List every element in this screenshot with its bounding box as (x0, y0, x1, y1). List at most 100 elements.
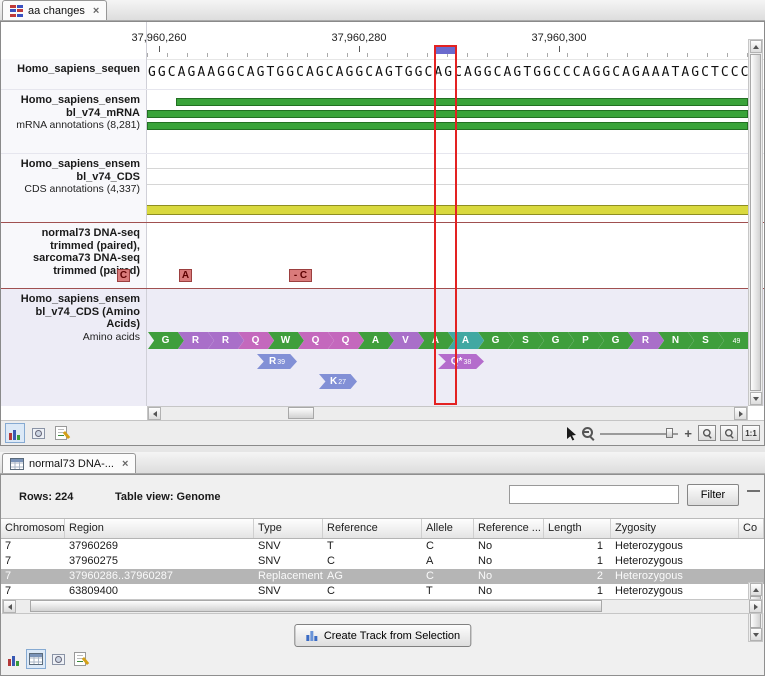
zoom-slider[interactable] (600, 426, 678, 440)
amino-acid-letter: Q* (451, 356, 463, 367)
genome-browser-panel: 37,960,260 37,960,280 37,960,300 (0, 21, 765, 446)
scroll-left-button[interactable] (148, 407, 161, 420)
cell-length: 1 (544, 554, 611, 569)
track-layout-button[interactable] (5, 423, 25, 443)
column-header[interactable]: Chromosome (1, 519, 65, 538)
scroll-left-button[interactable] (3, 600, 16, 613)
cell-zygosity: Heterozygous (611, 569, 739, 584)
rows-count: Rows: 224 (19, 491, 73, 503)
track-list-icon (10, 5, 23, 17)
cds-annotation-line (147, 168, 748, 169)
mrna-annotation-bar[interactable] (147, 110, 748, 118)
amino-acid-variant-arrow[interactable]: R39 (257, 354, 297, 369)
table-row[interactable]: 7 63809400 SNV C T No 1 Heterozygous (1, 584, 764, 599)
close-tab-icon[interactable]: × (122, 458, 128, 470)
column-header[interactable]: Zygosity (611, 519, 739, 538)
table-view-button[interactable] (26, 649, 46, 669)
track-label-line: Homo_sapiens_sequen (17, 63, 140, 75)
variant-call[interactable]: A (179, 269, 192, 282)
amino-acid-variant-arrow[interactable]: K27 (319, 374, 357, 389)
mrna-track: Homo_sapiens_ensembl_v74_mRNAmRNA annota… (1, 90, 764, 154)
ruler-tick-mark (359, 46, 360, 52)
cell-reference-allele: No (474, 539, 544, 554)
column-header[interactable]: Length (544, 519, 611, 538)
scrollbar-track[interactable] (161, 407, 734, 420)
scrollbar-thumb[interactable] (750, 54, 761, 391)
column-header[interactable]: Type (254, 519, 323, 538)
scroll-down-button[interactable] (750, 392, 762, 405)
table-icon (10, 458, 24, 470)
chart-view-button[interactable] (4, 649, 24, 669)
amino-acid-variant-row: R39 K27 Q*38 (147, 289, 748, 406)
amino-acid-variant-arrow[interactable]: Q*38 (438, 354, 484, 369)
column-header[interactable]: Reference ... (474, 519, 544, 538)
track-label-line: Amino acids (3, 331, 140, 344)
browser-vertical-scrollbar[interactable] (748, 39, 763, 406)
minus-icon (584, 431, 589, 433)
table-horizontal-scrollbar[interactable] (2, 599, 763, 614)
genome-ruler: 37,960,260 37,960,280 37,960,300 (1, 22, 764, 60)
track-label-line: Homo_sapiens_ensem (3, 94, 140, 107)
cursor-icon[interactable] (566, 426, 577, 441)
cell-reference: C (323, 584, 422, 599)
column-header[interactable]: Region (65, 519, 254, 538)
cds-track: Homo_sapiens_ensembl_v74_CDSCDS annotati… (1, 154, 764, 222)
close-tab-icon[interactable]: × (93, 5, 99, 17)
table-row[interactable]: 7 37960269 SNV T C No 1 Heterozygous (1, 539, 764, 554)
table-tab-bar: normal73 DNA-... × (0, 452, 765, 474)
zoom-in-icon[interactable]: + (684, 426, 692, 441)
ruler-tick-mark (159, 46, 160, 52)
reads-track-content: CA- C (1, 223, 764, 288)
column-header[interactable]: Allele (422, 519, 474, 538)
filter-button[interactable]: Filter (687, 484, 739, 506)
column-header[interactable]: Co (739, 519, 764, 538)
tab-aa-changes[interactable]: aa changes × (2, 0, 107, 20)
dna-sequence[interactable]: GGCAGAAGGCAGTGGCAGCAGGCAGTGGCAGCAGGCAGTG… (148, 65, 748, 80)
variant-call[interactable]: - C (289, 269, 312, 282)
cell-reference: T (323, 539, 422, 554)
magnifier-icon (724, 428, 735, 439)
cell-length: 2 (544, 569, 611, 584)
sequence-track-content[interactable]: GGCAGAAGGCAGTGGCAGCAGGCAGTGGCAGCAGGCAGTG… (147, 59, 748, 89)
cell-type: Replacement (254, 569, 323, 584)
zoom-100-button[interactable]: 1:1 (742, 425, 760, 441)
table-row[interactable]: 7 37960275 SNV C A No 1 Heterozygous (1, 554, 764, 569)
scroll-up-button[interactable] (750, 40, 762, 53)
browser-horizontal-scrollbar[interactable] (147, 406, 748, 421)
scroll-right-button[interactable] (734, 407, 747, 420)
cds-annotation-line (147, 184, 748, 185)
overview-button[interactable] (28, 423, 48, 443)
fit-width-button[interactable] (720, 425, 738, 441)
filter-options-icon[interactable] (746, 488, 761, 501)
scroll-up-button[interactable] (750, 583, 762, 596)
amino-acid-letter: R (269, 356, 276, 367)
scrollbar-thumb[interactable] (288, 407, 314, 419)
overview-button[interactable] (48, 649, 68, 669)
scroll-down-button[interactable] (750, 628, 762, 641)
variant-call[interactable]: C (117, 269, 130, 282)
cell-chromosome: 7 (1, 584, 65, 599)
cds-annotation-bar[interactable] (147, 205, 748, 215)
create-track-button[interactable]: Create Track from Selection (294, 624, 471, 647)
scroll-right-button[interactable] (749, 600, 762, 613)
scrollbar-thumb[interactable] (30, 600, 602, 612)
cds-track-label: Homo_sapiens_ensembl_v74_CDSCDS annotati… (1, 154, 147, 222)
tab-normal73-table[interactable]: normal73 DNA-... × (2, 453, 136, 473)
mrna-annotation-bar[interactable] (147, 122, 748, 130)
chart-icon (7, 653, 21, 666)
filter-input[interactable] (509, 485, 679, 504)
table-row[interactable]: 7 37960286..37960287 Replacement AG C No… (1, 569, 764, 584)
cell-type: SNV (254, 584, 323, 599)
cds-track-content (147, 154, 748, 222)
column-header[interactable]: Reference (323, 519, 422, 538)
zoom-slider-thumb[interactable] (666, 428, 673, 438)
track-label-line: Homo_sapiens_ensem (3, 158, 140, 171)
track-label-line: Acids) (3, 318, 140, 331)
annotate-button[interactable] (70, 649, 90, 669)
zoom-out-icon[interactable] (581, 426, 596, 441)
mrna-annotation-bar[interactable] (176, 98, 748, 106)
annotate-button[interactable] (51, 423, 71, 443)
scrollbar-track[interactable] (16, 600, 749, 613)
cell-extra (739, 554, 764, 569)
zoom-to-selection-button[interactable] (698, 425, 716, 441)
